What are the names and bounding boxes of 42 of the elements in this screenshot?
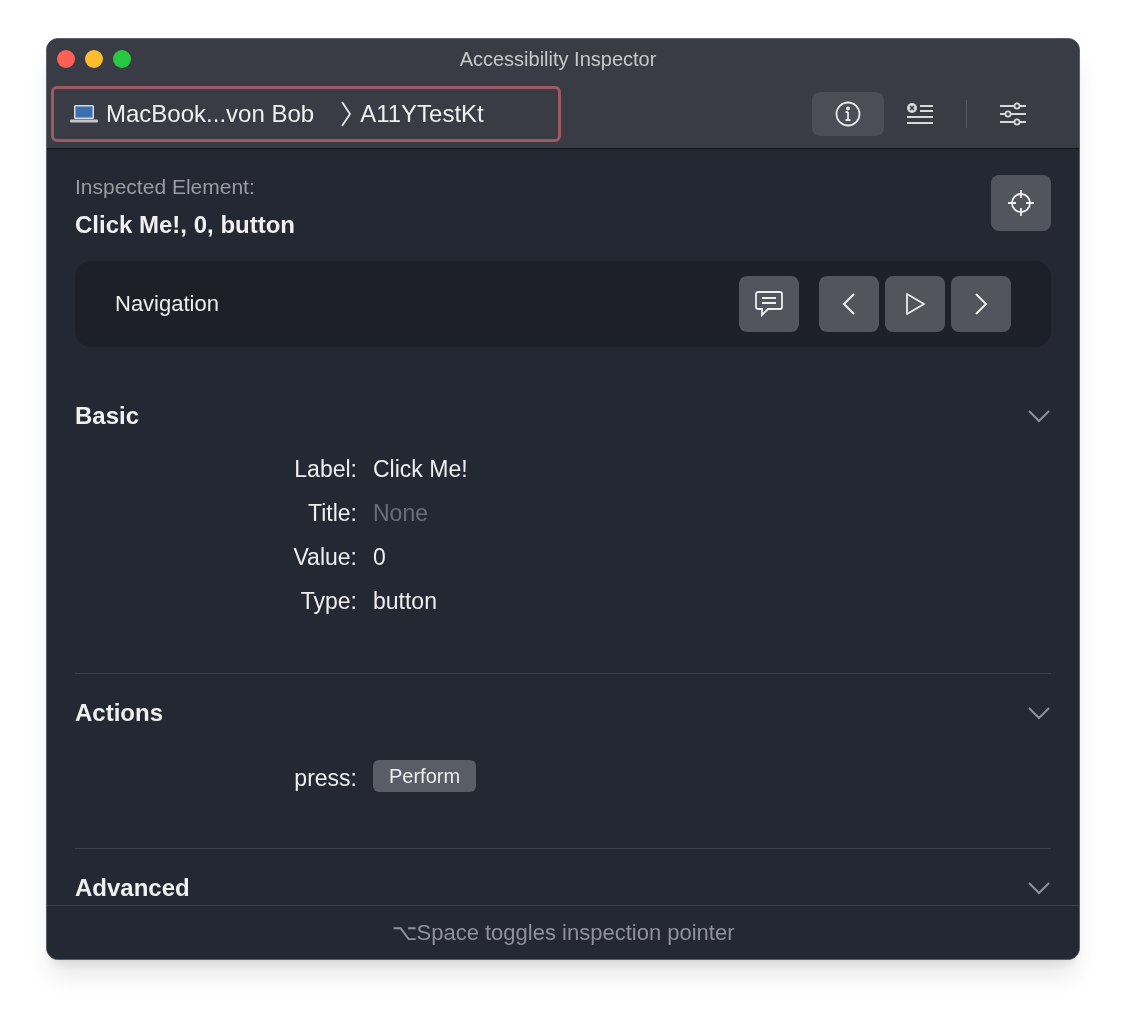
inspected-element: Click Me!, 0, button: [75, 209, 295, 240]
chevron-right-icon: [340, 99, 353, 128]
toolbar-button[interactable]: [812, 91, 884, 136]
inspected-caption: Inspected Element:: [75, 174, 256, 200]
section-heading: Advanced: [75, 873, 190, 903]
crosshair-icon: [1006, 188, 1036, 218]
perform-button[interactable]: Perform: [373, 760, 477, 792]
property-label: Title:: [307, 498, 357, 528]
laptop-icon: [70, 103, 98, 124]
chevron-down-icon[interactable]: [1027, 881, 1051, 895]
play-icon: [904, 291, 926, 316]
property-value: None: [373, 498, 428, 528]
target-button[interactable]: [991, 175, 1051, 231]
action-label: press:: [293, 763, 357, 793]
navigation-label: Navigation: [115, 290, 220, 319]
info-icon: [835, 100, 861, 127]
minimize-button[interactable]: [85, 50, 103, 68]
breadcrumb-item[interactable]: A11YTestKt: [360, 95, 484, 132]
window-title: Accessibility Inspector: [459, 47, 657, 72]
chevron-down-icon[interactable]: [1027, 706, 1051, 720]
speech-bubble-icon: [754, 289, 784, 318]
previous-button[interactable]: [819, 275, 879, 332]
property-label: Type:: [299, 586, 357, 616]
breadcrumb-item[interactable]: MacBook...von Bob: [106, 95, 315, 132]
next-button[interactable]: [951, 275, 1011, 332]
clear-list-icon: [906, 101, 934, 126]
chevron-right-icon: [974, 291, 988, 316]
zoom-button[interactable]: [113, 50, 131, 68]
property-value: button: [373, 586, 437, 616]
close-button[interactable]: [57, 50, 75, 68]
property-value: Click Me!: [373, 454, 468, 484]
chevron-left-icon: [842, 291, 856, 316]
section-heading: Actions: [75, 698, 163, 728]
property-label: Label:: [293, 454, 357, 484]
play-button[interactable]: [885, 275, 945, 332]
property-label: Value:: [292, 542, 357, 572]
property-value: 0: [373, 542, 386, 572]
section-heading: Basic: [75, 401, 140, 431]
status-text: ⌥Space toggles inspection pointer: [391, 919, 735, 947]
speech-button[interactable]: [739, 275, 799, 332]
chevron-down-icon[interactable]: [1027, 409, 1051, 423]
sliders-icon: [999, 101, 1027, 126]
